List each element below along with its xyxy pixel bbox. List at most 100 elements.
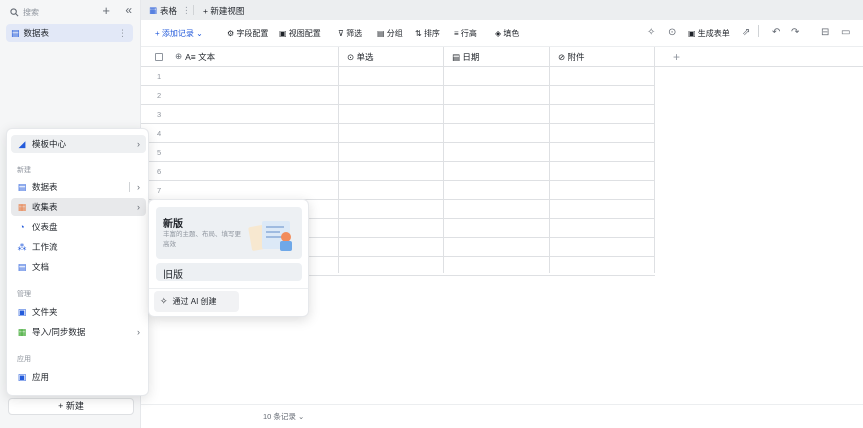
ai-create-label: 通过 AI 创建	[172, 297, 217, 306]
column-header-text[interactable]: ⊕ A≡ 文本	[141, 47, 339, 67]
menu-item-label: 导入/同步数据	[32, 327, 86, 337]
record-count[interactable]: 10 条记录 ⌄	[263, 411, 304, 422]
menu-item-label: 应用	[32, 372, 50, 382]
table-row[interactable]: 3	[141, 105, 655, 124]
form-submenu: 新版 丰富的主题、布局、填写更高效 旧版 ✧ 通过 AI 创建	[148, 199, 309, 317]
filter-label: 筛选	[346, 29, 363, 38]
search-box[interactable]: 搜索 + «	[10, 3, 136, 20]
view-config-label: 视图配置	[288, 29, 321, 38]
column-divider	[549, 67, 550, 273]
column-divider	[338, 67, 339, 273]
new-button[interactable]: + 新建	[8, 398, 134, 415]
chevron-right-icon: ›	[137, 139, 140, 149]
chevron-right-icon: ›	[137, 327, 140, 337]
status-footer: 10 条记录 ⌄	[141, 404, 863, 428]
row-number: 2	[157, 91, 162, 100]
new-version-card[interactable]: 新版 丰富的主题、布局、填写更高效	[156, 207, 302, 259]
ai-create-button[interactable]: ✧ 通过 AI 创建	[154, 291, 239, 312]
toolbar: + 添加记录 ⌄ ⚙ 字段配置 ▣ 视图配置 ⊽ 筛选 ▤ 分组 ⇅ 排序 ≡ …	[141, 20, 863, 47]
menu-item-folder[interactable]: ▣ 文件夹	[11, 303, 146, 321]
section-label-manage: 管理	[17, 291, 31, 298]
menu-item-label: 模板中心	[32, 139, 67, 149]
menu-item-label: 文件夹	[32, 307, 58, 317]
filter-button[interactable]: ⊽ 筛选	[338, 28, 362, 39]
column-label: ⊙ 单选	[347, 51, 374, 62]
row-number: 4	[157, 129, 162, 138]
column-label: A≡ 文本	[185, 51, 216, 62]
sort-button[interactable]: ⇅ 排序	[415, 28, 440, 39]
column-label: ▤ 日期	[452, 51, 480, 62]
chevron-right-icon: ›	[137, 202, 140, 212]
menu-item-import-sync[interactable]: ▦ 导入/同步数据 ›	[11, 323, 146, 341]
document-icon: ▤	[17, 261, 27, 272]
section-label-new: 新建	[17, 167, 31, 174]
comment-icon[interactable]: ▭	[841, 27, 850, 38]
row-expand-icon[interactable]: ⊟	[821, 27, 829, 38]
grid-view-icon: ▦	[149, 5, 158, 15]
menu-item-document[interactable]: ▤ 文档	[11, 258, 146, 276]
form-icon: ▦	[17, 201, 27, 212]
row-height-button[interactable]: ≡ 行高	[454, 28, 477, 39]
chevron-right-icon: ›	[137, 182, 140, 192]
menu-item-app[interactable]: ▣ 应用	[11, 368, 146, 386]
table-row[interactable]: 2	[141, 86, 655, 105]
menu-divider	[129, 182, 130, 192]
old-version-card[interactable]: 旧版	[156, 263, 302, 281]
fill-color-button[interactable]: ◈ 填色	[495, 28, 519, 39]
redo-icon[interactable]: ↷	[791, 27, 799, 38]
table-row[interactable]: 5	[141, 143, 655, 162]
field-config-button[interactable]: ⚙ 字段配置	[227, 28, 268, 39]
add-record-button[interactable]: + 添加记录 ⌄	[155, 28, 203, 39]
menu-item-data-table[interactable]: ▤ 数据表 ›	[11, 178, 146, 196]
new-view-button[interactable]: + 新建视图	[203, 3, 244, 18]
view-tab-bar: ▦ 表格 ⋮ + 新建视图	[141, 0, 863, 20]
sidebar-item-table[interactable]: ▤ 数据表 ⋮	[6, 24, 133, 42]
template-center-item[interactable]: ◢ 模板中心 ›	[11, 135, 146, 153]
dashboard-icon: ◔	[19, 222, 25, 232]
undo-icon[interactable]: ↶	[772, 27, 780, 38]
table-row[interactable]: 1	[141, 67, 655, 86]
search-record-icon[interactable]: ⊙	[668, 27, 676, 38]
card-title: 新版	[163, 219, 183, 230]
tab-grid-view[interactable]: ▦ 表格 ⋮	[149, 3, 191, 18]
view-config-icon: ▣	[279, 29, 289, 38]
column-label: ⊘ 附件	[558, 51, 585, 62]
row-number: 6	[157, 167, 162, 176]
tab-more-icon[interactable]: ⋮	[182, 5, 191, 16]
ai-sparkle-icon[interactable]: ✧	[647, 27, 655, 38]
menu-item-dashboard[interactable]: ◔ 仪表盘	[11, 218, 146, 236]
menu-item-form[interactable]: ▦ 收集表 ›	[11, 198, 146, 216]
lock-icon: ⊕	[175, 51, 183, 61]
more-options-icon[interactable]: ⋮	[118, 28, 127, 39]
app-icon: ▣	[17, 371, 27, 382]
generate-form-button[interactable]: ▣ 生成表单	[688, 28, 730, 39]
sort-icon: ⇅	[415, 29, 424, 38]
tab-label: 表格	[160, 5, 178, 16]
menu-item-workflow[interactable]: ⁂ 工作流	[11, 238, 146, 256]
add-icon[interactable]: +	[102, 3, 110, 18]
group-button[interactable]: ▤ 分组	[377, 28, 403, 39]
toolbar-divider	[758, 25, 759, 37]
sidebar-item-label: 数据表	[23, 28, 50, 38]
search-placeholder: 搜索	[23, 7, 39, 17]
table-row[interactable]: 6	[141, 162, 655, 181]
view-config-button[interactable]: ▣ 视图配置	[279, 28, 321, 39]
filter-icon: ⊽	[338, 29, 347, 38]
table-row[interactable]: 7	[141, 181, 655, 200]
column-header-attachment[interactable]: ⊘ 附件	[550, 47, 655, 67]
table-row[interactable]: 4	[141, 124, 655, 143]
group-icon: ▤	[377, 29, 387, 38]
table-icon: ▤	[11, 27, 20, 38]
column-header-single-select[interactable]: ⊙ 单选	[339, 47, 444, 67]
menu-item-label: 文档	[32, 262, 50, 272]
row-height-icon: ≡	[454, 29, 461, 38]
tab-divider	[193, 5, 194, 15]
submenu-divider	[149, 288, 308, 289]
add-column-button[interactable]: +	[655, 47, 863, 67]
share-icon[interactable]: ⇗	[742, 27, 750, 38]
column-header-date[interactable]: ▤ 日期	[444, 47, 550, 67]
select-all-checkbox[interactable]	[155, 52, 163, 61]
column-divider	[443, 67, 444, 273]
collapse-sidebar-icon[interactable]: «	[125, 3, 132, 17]
template-icon: ◢	[18, 138, 26, 149]
